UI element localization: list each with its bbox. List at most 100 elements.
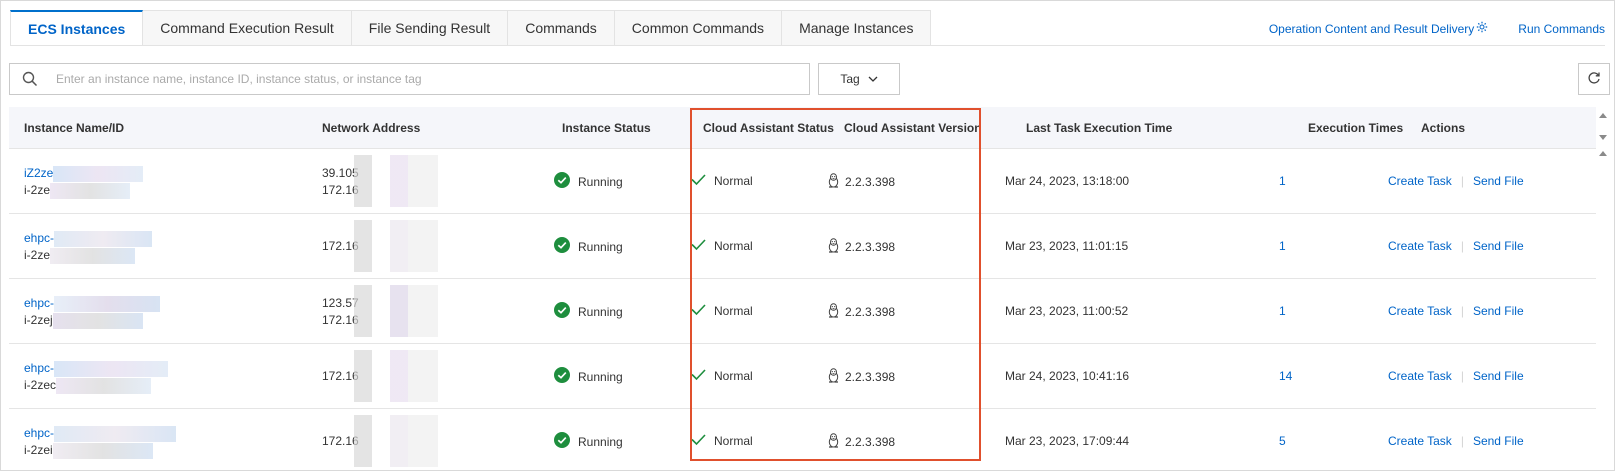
assistant-version-cell: 2.2.3.398 <box>827 173 895 191</box>
chevron-down-icon <box>868 72 878 86</box>
run-commands-link[interactable]: Run Commands <box>1518 22 1605 36</box>
instance-status-text: Running <box>578 434 623 449</box>
instance-name-link[interactable]: ehpc- <box>24 231 54 245</box>
check-circle-icon <box>554 237 570 256</box>
assistant-version-cell: 2.2.3.398 <box>827 368 895 386</box>
scroll-up-icon[interactable] <box>1599 113 1607 118</box>
col-instance-status: Instance Status <box>562 120 651 135</box>
search-input[interactable] <box>50 65 809 93</box>
instance-status-cell: Running <box>554 432 623 451</box>
action-divider: | <box>1460 174 1464 188</box>
table-row: ehpc- i-2ze 172.16 Running Normal 2.2.3.… <box>9 214 1596 279</box>
instance-name-link[interactable]: ehpc- <box>24 426 54 440</box>
table-row: iZ2ze i-2ze 39.105 172.16 Running Normal… <box>9 149 1596 214</box>
checkmark-icon <box>691 303 706 319</box>
redacted-mask <box>54 425 177 442</box>
assistant-version-cell: 2.2.3.398 <box>827 303 895 321</box>
col-assistant-status: Cloud Assistant Status <box>703 120 834 135</box>
instance-id: i-2zej <box>24 313 53 327</box>
create-task-link[interactable]: Create Task <box>1388 434 1452 448</box>
table-row: ehpc- i-2zec 172.16 Running Normal 2.2.3… <box>9 344 1596 409</box>
redacted-mask <box>54 230 153 247</box>
redacted-mask <box>52 312 143 329</box>
send-file-link[interactable]: Send File <box>1473 369 1524 383</box>
action-divider: | <box>1460 304 1464 318</box>
checkmark-icon <box>691 238 706 254</box>
checkmark-icon <box>691 173 706 189</box>
actions-cell: Create Task | Send File <box>1388 369 1524 383</box>
action-divider: | <box>1460 434 1464 448</box>
execution-times-link[interactable]: 14 <box>1279 369 1292 383</box>
assistant-status-text: Normal <box>714 434 753 448</box>
last-execution-time: Mar 23, 2023, 11:00:52 <box>1005 304 1129 318</box>
send-file-link[interactable]: Send File <box>1473 239 1524 253</box>
last-execution-time: Mar 23, 2023, 17:09:44 <box>1005 434 1130 448</box>
instance-status-text: Running <box>578 304 623 319</box>
instance-id: i-2ze <box>24 183 51 197</box>
check-circle-icon <box>554 432 570 451</box>
tab-file-sending-result[interactable]: File Sending Result <box>351 10 509 46</box>
redacted-mask <box>354 350 438 402</box>
instance-status-cell: Running <box>554 237 623 256</box>
send-file-link[interactable]: Send File <box>1473 174 1524 188</box>
assistant-status-cell: Normal <box>691 238 753 254</box>
tab-ecs-instances[interactable]: ECS Instances <box>10 10 144 46</box>
linux-penguin-icon <box>827 303 840 321</box>
tab-common-commands[interactable]: Common Commands <box>614 10 783 46</box>
refresh-button[interactable] <box>1578 63 1610 95</box>
instances-table: Instance Name/ID Network Address Instanc… <box>9 107 1596 471</box>
instance-name-cell: iZ2ze i-2ze <box>24 165 144 199</box>
redacted-mask <box>354 220 438 272</box>
execution-times-link[interactable]: 1 <box>1279 239 1286 253</box>
instance-status-text: Running <box>578 174 623 189</box>
redacted-mask <box>354 155 438 207</box>
assistant-status-text: Normal <box>714 239 753 253</box>
assistant-status-cell: Normal <box>691 303 753 319</box>
action-divider: | <box>1460 369 1464 383</box>
assistant-version-text: 2.2.3.398 <box>845 435 896 449</box>
delivery-link[interactable]: Operation Content and Result Delivery <box>1269 21 1488 36</box>
tag-filter-button[interactable]: Tag <box>818 63 900 95</box>
instance-status-text: Running <box>578 369 623 384</box>
send-file-link[interactable]: Send File <box>1473 434 1524 448</box>
tab-command-execution-result[interactable]: Command Execution Result <box>143 10 352 46</box>
redacted-mask <box>50 247 136 264</box>
refresh-icon <box>1587 71 1601 88</box>
instance-name-cell: ehpc- i-2zec <box>24 360 169 394</box>
last-execution-time: Mar 24, 2023, 10:41:16 <box>1005 369 1130 383</box>
create-task-link[interactable]: Create Task <box>1388 369 1452 383</box>
redacted-mask <box>54 360 169 377</box>
search-icon[interactable] <box>10 64 50 94</box>
linux-penguin-icon <box>827 173 840 191</box>
execution-times-link[interactable]: 1 <box>1279 304 1286 318</box>
execution-times-link[interactable]: 5 <box>1279 434 1286 448</box>
delivery-link-label: Operation Content and Result Delivery <box>1268 21 1475 36</box>
vertical-scrollbar[interactable] <box>1597 107 1609 468</box>
col-network-address: Network Address <box>322 120 421 135</box>
create-task-link[interactable]: Create Task <box>1388 174 1452 188</box>
tab-manage-instances[interactable]: Manage Instances <box>782 10 932 46</box>
instance-status-text: Running <box>578 239 623 254</box>
execution-times-link[interactable]: 1 <box>1279 174 1286 188</box>
tab-commands[interactable]: Commands <box>508 10 615 46</box>
instance-status-cell: Running <box>554 302 623 321</box>
create-task-link[interactable]: Create Task <box>1388 304 1452 318</box>
assistant-status-text: Normal <box>714 304 753 318</box>
col-last-execution-time: Last Task Execution Time <box>1026 120 1173 135</box>
assistant-version-text: 2.2.3.398 <box>845 305 896 319</box>
instance-name-link[interactable]: ehpc- <box>24 361 54 375</box>
assistant-status-text: Normal <box>714 174 753 188</box>
top-links: Operation Content and Result Delivery Ru… <box>1269 21 1605 36</box>
search-box <box>9 63 810 95</box>
instance-name-link[interactable]: iZ2ze <box>24 166 53 180</box>
assistant-status-cell: Normal <box>691 173 753 189</box>
send-file-link[interactable]: Send File <box>1473 304 1524 318</box>
instance-name-link[interactable]: ehpc- <box>24 296 54 310</box>
gear-icon <box>1476 21 1488 36</box>
scroll-down-icon[interactable] <box>1599 135 1607 140</box>
assistant-version-text: 2.2.3.398 <box>845 370 896 384</box>
assistant-status-cell: Normal <box>691 433 753 449</box>
actions-cell: Create Task | Send File <box>1388 174 1524 188</box>
create-task-link[interactable]: Create Task <box>1388 239 1452 253</box>
assistant-version-text: 2.2.3.398 <box>845 175 896 189</box>
